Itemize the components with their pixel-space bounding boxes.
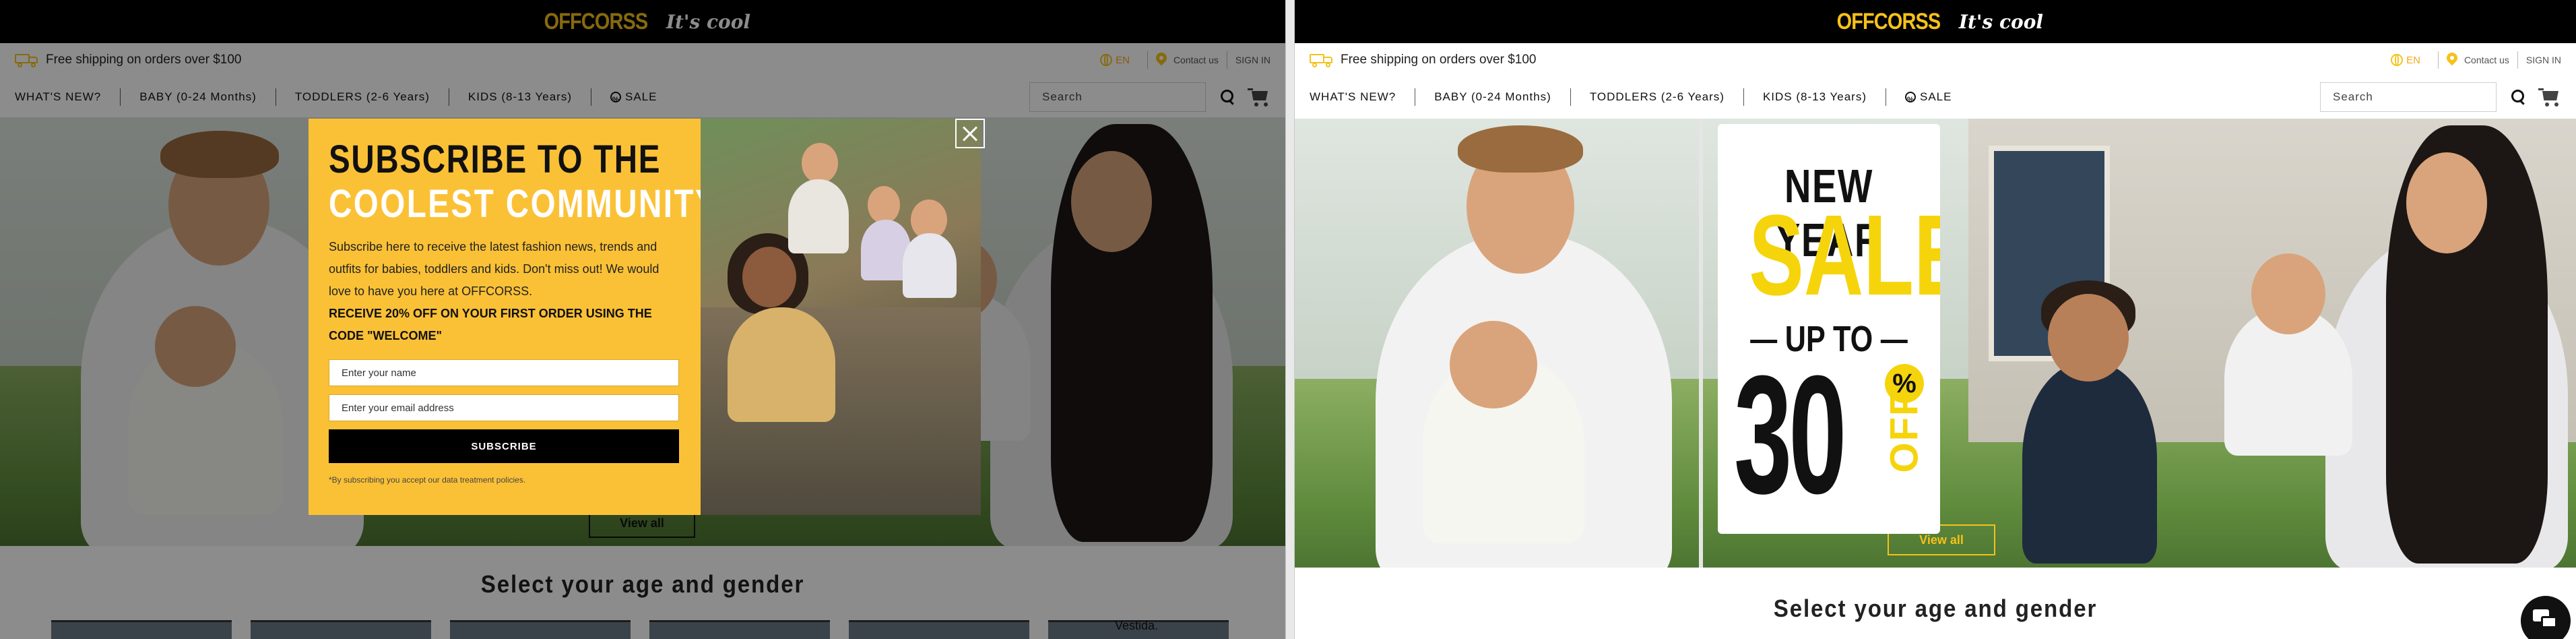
section-title: Select your age and gender xyxy=(1773,595,2098,622)
modal-description: Subscribe here to receive the latest fas… xyxy=(329,240,659,298)
view-all-label: View all xyxy=(1919,532,1964,547)
nav-baby[interactable]: BABY (0-24 Months) xyxy=(1434,88,1571,106)
pane-divider[interactable] xyxy=(1285,0,1295,639)
girl-figure xyxy=(728,307,835,422)
utility-bar: Free shipping on orders over $100 EN Con… xyxy=(1295,43,2576,77)
search-placeholder: Search xyxy=(2333,90,2373,103)
location-pin-icon xyxy=(2447,53,2457,67)
brand-tagline: It's cool xyxy=(1958,10,2044,33)
shipping-text: Free shipping on orders over $100 xyxy=(1341,53,1537,67)
sign-in-link[interactable]: SIGN IN xyxy=(2526,55,2561,65)
nav-sale[interactable]: SALE xyxy=(1904,88,1970,109)
name-placeholder: Enter your name xyxy=(342,367,416,379)
nav-kids[interactable]: KIDS (8-13 Years) xyxy=(1763,88,1886,106)
globe-icon xyxy=(2391,54,2404,66)
search-icon[interactable] xyxy=(2511,90,2526,104)
modal-title-line1: SUBSCRIBE TO THE xyxy=(329,138,662,181)
sale-off-label: OFF xyxy=(1882,390,1927,473)
cart-icon[interactable] xyxy=(2538,87,2561,107)
brand-logo[interactable]: OFFCORSS xyxy=(1837,9,1941,35)
utility-links: EN Contact us SIGN IN xyxy=(2391,51,2561,69)
subscribe-form-panel: SUBSCRIBE TO THE COOLEST COMMUNITY Subsc… xyxy=(309,119,719,515)
email-field[interactable]: Enter your email address xyxy=(329,394,679,421)
nav-toddlers[interactable]: TODDLERS (2-6 Years) xyxy=(1590,88,1744,106)
left-browser-pane: OFFCORSS It's cool Free shipping on orde… xyxy=(0,0,1285,639)
modal-photo xyxy=(701,119,981,515)
divider xyxy=(2517,51,2518,69)
nav-whats-new[interactable]: WHAT'S NEW? xyxy=(1310,88,1416,106)
brand-bar: OFFCORSS It's cool xyxy=(1295,0,2576,43)
name-field[interactable]: Enter your name xyxy=(329,359,679,386)
nav-sale-label: SALE xyxy=(1919,90,1952,103)
contact-link[interactable]: Contact us xyxy=(2464,55,2509,65)
modal-title-line2: COOLEST COMMUNITY xyxy=(329,182,719,226)
photo-divider xyxy=(1699,119,1703,568)
screen: OFFCORSS It's cool Free shipping on orde… xyxy=(0,0,2576,639)
search-input[interactable]: Search xyxy=(2320,82,2497,112)
sale-tag-icon xyxy=(1904,91,1916,109)
subscribe-button[interactable]: SUBSCRIBE xyxy=(329,429,679,463)
close-modal-button[interactable] xyxy=(955,119,985,148)
truck-icon xyxy=(1310,53,1334,67)
right-browser-pane: OFFCORSS It's cool Free shipping on orde… xyxy=(1295,0,2576,639)
email-placeholder: Enter your email address xyxy=(342,402,454,414)
subscribe-modal: SUBSCRIBE TO THE COOLEST COMMUNITY Subsc… xyxy=(309,119,981,515)
privacy-note: *By subscribing you accept our data trea… xyxy=(329,475,526,485)
boy-figure xyxy=(2022,361,2157,564)
main-nav: WHAT'S NEW? BABY (0-24 Months) TODDLERS … xyxy=(1295,77,2576,117)
sale-amount: 30 xyxy=(1734,340,1846,528)
modal-offer: RECEIVE 20% OFF ON YOUR FIRST ORDER USIN… xyxy=(329,307,652,342)
new-year-sale-card[interactable]: NEW YEAR SALE UP TO 30 % OFF xyxy=(1718,124,1940,534)
divider xyxy=(2437,51,2439,69)
language-selector[interactable]: EN xyxy=(2406,55,2420,66)
chat-button[interactable] xyxy=(2521,596,2571,639)
sale-line-sale: SALE xyxy=(1749,191,1940,320)
